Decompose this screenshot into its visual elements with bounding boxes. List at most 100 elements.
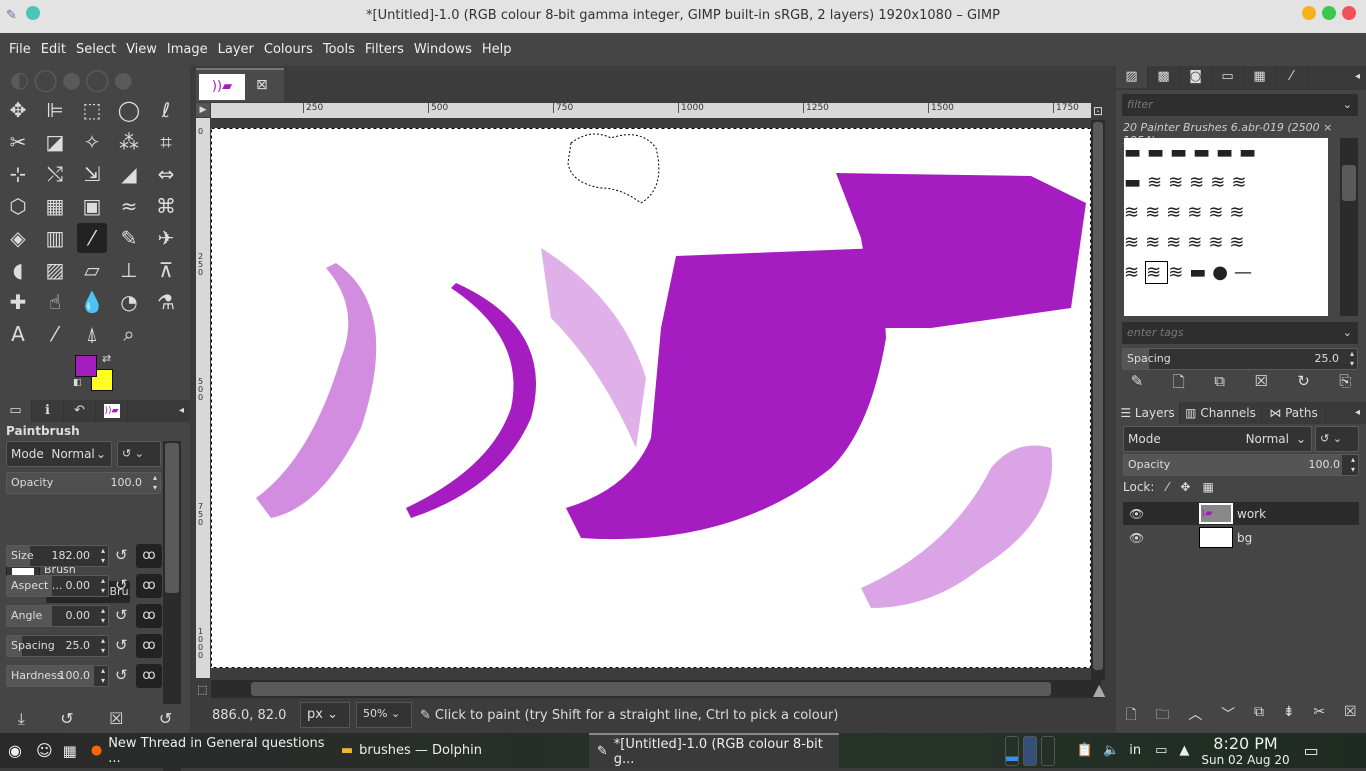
tray-expand-icon[interactable]: ▲ — [1179, 743, 1189, 758]
keyboard-layout[interactable]: in — [1129, 743, 1141, 758]
link-dynamics-icon[interactable]: ꝏ — [136, 574, 162, 598]
image-tab-icon[interactable]: ))▰ — [96, 400, 128, 422]
smudge-tool-icon[interactable]: ☝ — [40, 287, 70, 317]
airbrush-tool-icon[interactable]: ✈ — [151, 223, 181, 253]
patterns-tab-icon[interactable]: ▩ — [1148, 66, 1180, 88]
menu-file[interactable]: File — [4, 42, 36, 57]
navigate-icon[interactable]: ▲ — [1093, 680, 1105, 699]
free-select-tool-icon[interactable]: ℓ — [151, 95, 181, 125]
size-slider[interactable]: Size 182.00 ▴ ▾ — [6, 545, 109, 567]
mode-select[interactable]: Mode Normal ⌄ — [6, 441, 112, 467]
menu-image[interactable]: Image — [162, 42, 213, 57]
panel-menu-icon[interactable]: ◂ — [179, 400, 184, 422]
crop-tool-icon[interactable]: ⌗ — [151, 127, 181, 157]
align-tool-icon[interactable]: ⊫ — [40, 95, 70, 125]
reset-options-icon[interactable]: ↺ — [159, 709, 172, 728]
task-firefox[interactable]: ● New Thread in General questions ... — [83, 733, 333, 768]
new-layer-icon[interactable]: 🗋 — [1125, 704, 1136, 730]
cage-tool-icon[interactable]: ▣ — [77, 191, 107, 221]
desktop-2[interactable] — [1022, 735, 1037, 766]
color-picker-tool-icon[interactable]: ⁄ — [40, 319, 70, 349]
menu-tools[interactable]: Tools — [318, 42, 360, 57]
layer-row-work[interactable]: 👁 )▰ work — [1123, 502, 1359, 525]
rect-select-tool-icon[interactable]: ⬚ — [77, 95, 107, 125]
3d-transform-tool-icon[interactable]: ⬡ — [3, 191, 33, 221]
close-button[interactable] — [1342, 6, 1356, 20]
eraser-tool-icon[interactable]: ▱ — [77, 255, 107, 285]
undo-history-tab-icon[interactable]: ↶ — [64, 400, 96, 422]
brush-grid[interactable]: ▬▬▬▬▬▬ ▬≋≋≋≋≋ ≋≋≋≋≋≋ ≋≋≋≋≋≋ ≋≋≋▬●— — [1124, 138, 1328, 316]
menu-view[interactable]: View — [121, 42, 162, 57]
app-launcher-icon[interactable]: ◉ — [8, 741, 22, 760]
bucket-fill-tool-icon[interactable]: ◈ — [3, 223, 33, 253]
swap-colors-icon[interactable]: ⇄ — [102, 352, 111, 365]
menu-windows[interactable]: Windows — [409, 42, 477, 57]
link-dynamics-icon[interactable]: ꝏ — [136, 544, 162, 568]
visibility-eye-icon[interactable]: 👁 — [1129, 531, 1199, 545]
flip-h-tool-icon[interactable]: ⇔ — [151, 159, 181, 189]
restore-options-icon[interactable]: ↺ — [60, 709, 73, 728]
menu-help[interactable]: Help — [477, 42, 517, 57]
spacing-slider[interactable]: Spacing 25.0 ▴ ▾ — [6, 635, 109, 657]
mask-layer-icon[interactable]: ✂ — [1313, 704, 1325, 730]
open-brush-icon[interactable]: ⎘ — [1339, 372, 1351, 394]
gradients-tab-icon[interactable]: ▭ — [1212, 66, 1244, 88]
panel-menu-icon[interactable]: ◂ — [1355, 66, 1360, 90]
calendar-app-icon[interactable]: ▦ — [63, 742, 77, 760]
perspective-tool-icon[interactable]: ▦ — [40, 191, 70, 221]
image-tab[interactable]: ))▰ ⊠ — [196, 68, 284, 102]
desktop-1[interactable] — [1004, 735, 1019, 766]
foreground-color-swatch[interactable] — [75, 355, 97, 377]
hardness-slider[interactable]: Hardness 100.0 ▴ ▾ — [6, 665, 109, 687]
reset-icon[interactable]: ↺ — [115, 666, 128, 684]
clone-tool-icon[interactable]: ⊥ — [114, 255, 144, 285]
show-desktop-icon[interactable]: ▭ — [1304, 741, 1319, 760]
pin-button[interactable] — [26, 6, 40, 20]
shear-tool-icon[interactable]: ◢ — [114, 159, 144, 189]
tool-options-tab-icon[interactable]: ▭ — [0, 400, 32, 422]
clipboard-icon[interactable]: 📋 — [1077, 743, 1093, 758]
display-icon[interactable]: ▭ — [1155, 743, 1167, 758]
angle-slider[interactable]: Angle 0.00 ▴ ▾ — [6, 605, 109, 627]
save-options-icon[interactable]: ⤓ — [18, 709, 25, 729]
measure-tool-icon[interactable]: ⍋ — [77, 319, 107, 349]
blur-tool-icon[interactable]: 💧 — [77, 287, 107, 317]
layer-opacity-slider[interactable]: Opacity 100.0 ▴ ▾ — [1123, 454, 1359, 476]
scissors-tool-icon[interactable]: ✂ — [3, 127, 33, 157]
unified-transform-tool-icon[interactable]: ⊹ — [3, 159, 33, 189]
mypaint-tool-icon[interactable]: ▨ — [40, 255, 70, 285]
menu-filters[interactable]: Filters — [360, 42, 409, 57]
brush-grid-scrollbar[interactable] — [1340, 138, 1358, 316]
quick-mask-toggle-icon[interactable]: ⬚ — [197, 683, 207, 696]
lower-layer-icon[interactable]: ﹀ — [1221, 704, 1235, 730]
text-tool-icon[interactable]: A — [3, 319, 33, 349]
refresh-brushes-icon[interactable]: ↻ — [1297, 372, 1310, 394]
menu-select[interactable]: Select — [71, 42, 121, 57]
dodge-tool-icon[interactable]: ◔ — [114, 287, 144, 317]
zoom-to-fit-icon[interactable]: ⊡ — [1093, 104, 1103, 118]
layer-row-bg[interactable]: 👁 bg — [1123, 526, 1359, 549]
layers-tab[interactable]: ☰ Layers — [1116, 402, 1180, 424]
device-status-tab-icon[interactable]: ℹ — [32, 400, 64, 422]
link-dynamics-icon[interactable]: ꝏ — [136, 634, 162, 658]
handle-transform-tool-icon[interactable]: ⌘ — [151, 191, 181, 221]
duplicate-layer-icon[interactable]: ⧉ — [1254, 704, 1264, 730]
dodge-burn-tool-icon[interactable]: ⚗ — [151, 287, 181, 317]
brush-tags-input[interactable]: enter tags ⌄ — [1122, 322, 1358, 344]
reset-icon[interactable]: ↺ — [115, 636, 128, 654]
reset-icon[interactable]: ↺ — [115, 606, 128, 624]
menu-layer[interactable]: Layer — [213, 42, 259, 57]
fg-select-tool-icon[interactable]: ◪ — [40, 127, 70, 157]
delete-brush-icon[interactable]: ☒ — [1254, 372, 1267, 394]
brush-spacing-slider[interactable]: Spacing 25.0 ▴ ▾ — [1122, 348, 1358, 370]
pencil-tool-icon[interactable]: ✎ — [114, 223, 144, 253]
duplicate-brush-icon[interactable]: ⧉ — [1214, 372, 1225, 394]
merge-layer-icon[interactable]: ⇟ — [1283, 704, 1295, 730]
menu-edit[interactable]: Edit — [36, 42, 71, 57]
vertical-scrollbar[interactable] — [1091, 120, 1105, 680]
paths-tab[interactable]: ⋈ Paths — [1262, 402, 1326, 424]
perspective-clone-tool-icon[interactable]: ⊼ — [151, 255, 181, 285]
layer-mode-select[interactable]: Mode Normal ⌄ — [1123, 426, 1312, 452]
delete-layer-icon[interactable]: ☒ — [1344, 704, 1357, 730]
fuzzy-select-tool-icon[interactable]: ✧ — [77, 127, 107, 157]
